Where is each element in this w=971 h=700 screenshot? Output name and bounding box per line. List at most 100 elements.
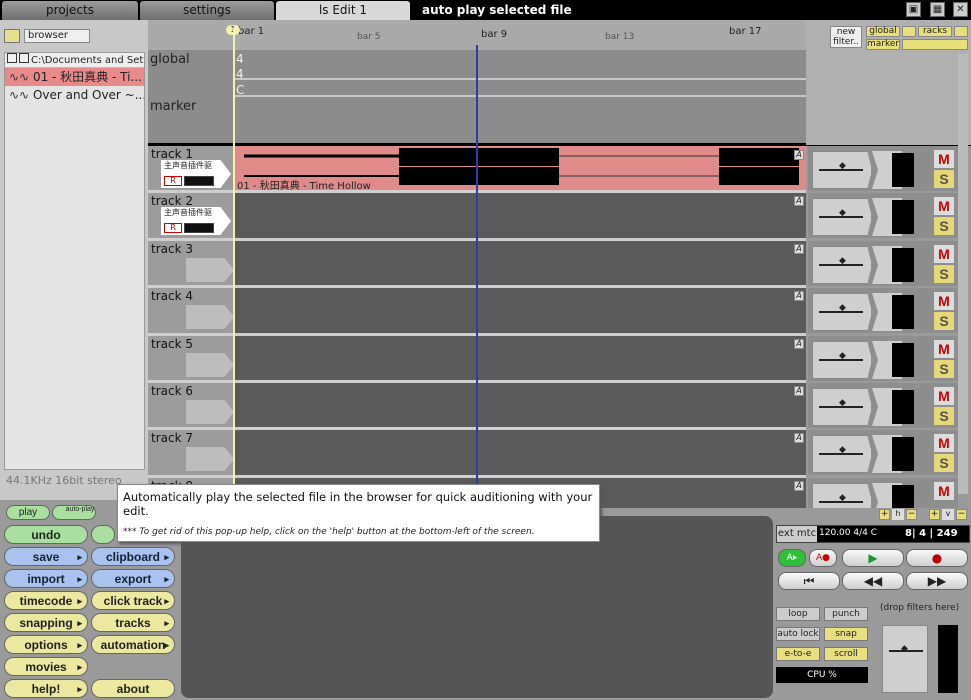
track-lane[interactable] [234, 193, 806, 238]
file-item[interactable]: ∿∿ 01 - 秋田真典 - Ti... [5, 68, 144, 86]
zoom-h-out-button[interactable]: − [906, 509, 917, 520]
vertical-scrollbar[interactable] [958, 54, 968, 494]
mute-button[interactable]: M [934, 340, 954, 358]
file-item[interactable]: ∿∿ Over and Over ~... [5, 86, 144, 104]
mute-button[interactable]: M [934, 292, 954, 310]
global-filter-button[interactable]: global [866, 26, 900, 37]
playhead[interactable] [476, 45, 478, 508]
input-selector[interactable] [186, 258, 234, 282]
track-header[interactable]: track 2 主声音插件驱 R [148, 193, 234, 238]
auto-lock-button[interactable]: auto lock [776, 627, 820, 641]
racks-icon[interactable] [954, 26, 968, 37]
track-lane[interactable] [234, 430, 806, 475]
play-button[interactable]: play [6, 505, 50, 520]
browser-toggle-icon[interactable] [4, 29, 20, 43]
import-button[interactable]: import [4, 569, 88, 589]
track-lane[interactable] [234, 288, 806, 333]
automation-toggle[interactable]: A [794, 196, 804, 206]
tab-projects[interactable]: projects [2, 1, 138, 20]
about-button[interactable]: about [91, 679, 175, 698]
options-button[interactable]: options [4, 635, 88, 655]
mute-button[interactable]: M [934, 197, 954, 215]
marker-filter-icon[interactable] [902, 39, 968, 50]
path-row[interactable]: C:\Documents and Setting... [5, 53, 144, 68]
ext-mtc-button[interactable]: ext mtc [777, 526, 817, 542]
automation-toggle[interactable]: A [794, 433, 804, 443]
volume-fader[interactable] [812, 388, 872, 426]
volume-fader[interactable] [812, 341, 872, 379]
track-lane[interactable] [234, 383, 806, 428]
input-selector[interactable] [186, 447, 234, 471]
save-button[interactable]: save [4, 547, 88, 567]
folder-icon[interactable] [7, 53, 17, 63]
volume-fader[interactable] [812, 198, 872, 236]
new-filter-button[interactable]: new filter.. [830, 26, 862, 48]
automation-toggle[interactable]: A [794, 339, 804, 349]
marker-filter-button[interactable]: marker [866, 39, 900, 50]
volume-fader[interactable] [812, 293, 872, 331]
automation-toggle[interactable]: A [794, 244, 804, 254]
input-selector[interactable] [186, 305, 234, 329]
maximize-icon[interactable]: ▦ [930, 2, 945, 17]
automation-toggle[interactable]: A [794, 386, 804, 396]
master-fader[interactable]: ◆ [882, 625, 928, 693]
input-selector[interactable] [186, 353, 234, 377]
file-list[interactable]: C:\Documents and Setting... ∿∿ 01 - 秋田真典… [4, 52, 145, 470]
scroll-button[interactable]: scroll [824, 647, 868, 661]
record-arm-button[interactable]: R [164, 176, 182, 186]
volume-fader[interactable] [812, 435, 872, 473]
track-header[interactable]: track 6 [148, 383, 234, 428]
browser-mode-select[interactable]: browser [24, 29, 90, 43]
close-icon[interactable]: ✕ [953, 2, 968, 17]
track-header[interactable]: track 1 主声音插件驱 R [148, 146, 234, 191]
filter-area[interactable] [181, 516, 773, 698]
export-button[interactable]: export [91, 569, 175, 589]
mute-button[interactable]: M [934, 245, 954, 263]
volume-fader[interactable] [812, 151, 872, 189]
record-arm-button[interactable]: R [164, 223, 182, 233]
tab-edit[interactable]: ls Edit 1 [276, 1, 410, 20]
automation-button[interactable]: automation [91, 635, 175, 655]
rewind-to-start-icon[interactable]: ⏮ [778, 572, 840, 590]
volume-fader[interactable] [812, 483, 872, 508]
track-lane[interactable] [234, 336, 806, 381]
volume-fader[interactable] [812, 246, 872, 284]
click-track-button[interactable]: click track [91, 591, 175, 611]
mute-button[interactable]: M [934, 150, 954, 168]
track-header[interactable]: track 7 [148, 430, 234, 475]
fast-forward-icon[interactable]: ▶▶ [906, 572, 968, 590]
snap-button[interactable]: snap [824, 627, 868, 641]
tab-settings[interactable]: settings [140, 1, 274, 20]
solo-button[interactable]: S [934, 407, 954, 425]
racks-button[interactable]: racks [918, 26, 952, 37]
snapping-button[interactable]: snapping [4, 613, 88, 633]
help-button[interactable]: help! [4, 679, 88, 699]
mute-button[interactable]: M [934, 387, 954, 405]
automation-toggle[interactable]: A [794, 291, 804, 301]
solo-button[interactable]: S [934, 360, 954, 378]
solo-button[interactable]: S [934, 265, 954, 283]
redo-button[interactable] [91, 525, 115, 544]
e-to-e-button[interactable]: e-to-e [776, 647, 820, 661]
zoom-v-out-button[interactable]: − [956, 509, 967, 520]
solo-button[interactable]: S [934, 312, 954, 330]
zoom-v-in-button[interactable]: + [929, 509, 940, 520]
auto-record-icon[interactable]: A● [809, 549, 837, 567]
mute-button[interactable]: M [934, 434, 954, 452]
zoom-h-in-button[interactable]: + [879, 509, 890, 520]
play-icon[interactable]: ▶ [842, 549, 904, 567]
timecode-button[interactable]: timecode [4, 591, 88, 611]
track-lane[interactable] [234, 241, 806, 286]
solo-button[interactable]: S [934, 170, 954, 188]
input-selector[interactable] [186, 400, 234, 424]
rewind-icon[interactable]: ◀◀ [842, 572, 904, 590]
automation-toggle[interactable]: A [794, 150, 804, 160]
minimize-icon[interactable]: ▣ [906, 2, 921, 17]
undo-button[interactable]: undo [4, 525, 88, 544]
global-filter-icon[interactable] [902, 26, 916, 37]
up-folder-icon[interactable] [19, 53, 29, 63]
record-icon[interactable]: ● [906, 549, 968, 567]
edit-cursor[interactable] [233, 28, 235, 508]
track-lane[interactable]: 01 - 秋田真典 - Time Hollow [234, 146, 806, 192]
loop-button[interactable]: loop [776, 607, 820, 621]
